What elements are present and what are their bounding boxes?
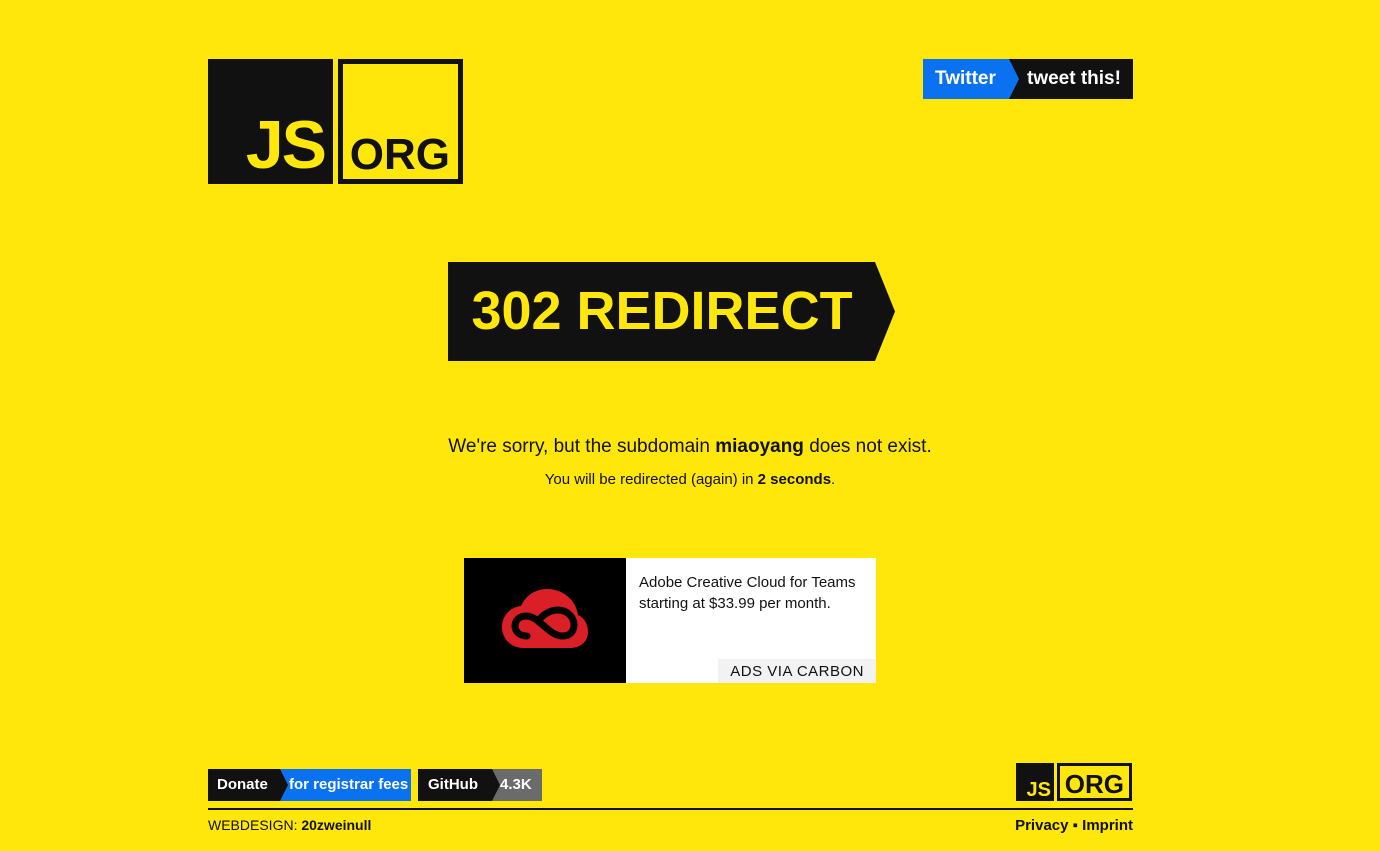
privacy-link[interactable]: Privacy	[1015, 817, 1068, 834]
ad-image[interactable]	[464, 558, 626, 683]
footer-logo-org-block: ORG	[1057, 763, 1132, 801]
jsorg-logo[interactable]: JS ORG	[208, 59, 464, 185]
footer-logo-org-text: ORG	[1064, 769, 1124, 799]
redirect-prefix: You will be redirected (again) in	[544, 471, 758, 488]
redirect-suffix: .	[831, 471, 836, 488]
page-title: 302 REDIRECT	[471, 281, 853, 341]
donate-detail: for registrar fees	[280, 769, 411, 801]
github-label: GitHub	[418, 769, 500, 801]
imprint-link[interactable]: Imprint	[1082, 817, 1133, 834]
carbon-ad[interactable]: Adobe Creative Cloud for Teams starting …	[464, 558, 876, 683]
tweet-button[interactable]: Twitter tweet this!	[923, 59, 1133, 99]
webdesign-credit: WEBDESIGN: 20zweinull	[208, 817, 371, 833]
redirect-countdown: 2 seconds	[757, 471, 832, 488]
donate-button[interactable]: Donate for registrar fees	[208, 769, 411, 801]
logo-org-text: ORG	[349, 130, 450, 179]
redirect-message: You will be redirected (again) in 2 seco…	[0, 471, 1380, 488]
legal-links: Privacy ▪ Imprint	[1015, 817, 1133, 834]
footer-jsorg-logo[interactable]: JS ORG	[1016, 763, 1133, 802]
legal-separator: ▪	[1072, 817, 1078, 834]
subdomain-name: miaoyang	[715, 436, 804, 457]
footer-logo-js-text: JS	[1026, 779, 1051, 801]
webdesign-label: WEBDESIGN:	[208, 817, 298, 833]
error-message: We're sorry, but the subdomain miaoyang …	[0, 436, 1380, 458]
donate-label: Donate	[208, 769, 288, 801]
footer-divider	[208, 808, 1133, 810]
github-button[interactable]: GitHub 4.3K	[418, 769, 542, 801]
tweet-action-label: tweet this!	[1009, 59, 1133, 99]
ads-via-carbon-link[interactable]: ADS VIA CARBON	[718, 659, 876, 683]
logo-org-block: ORG	[338, 59, 463, 184]
footer-logo-js-block: JS	[1016, 763, 1054, 801]
tweet-service-label: Twitter	[923, 59, 1019, 99]
headline-banner: 302 REDIRECT	[448, 262, 896, 361]
ad-text[interactable]: Adobe Creative Cloud for Teams starting …	[639, 572, 869, 614]
logo-js-text: JS	[245, 107, 327, 183]
error-message-suffix: does not exist.	[803, 436, 932, 457]
error-message-prefix: We're sorry, but the subdomain	[448, 436, 716, 457]
adobe-creative-cloud-icon	[502, 589, 588, 648]
logo-js-block: JS	[208, 59, 333, 184]
webdesign-link[interactable]: 20zweinull	[301, 817, 371, 833]
